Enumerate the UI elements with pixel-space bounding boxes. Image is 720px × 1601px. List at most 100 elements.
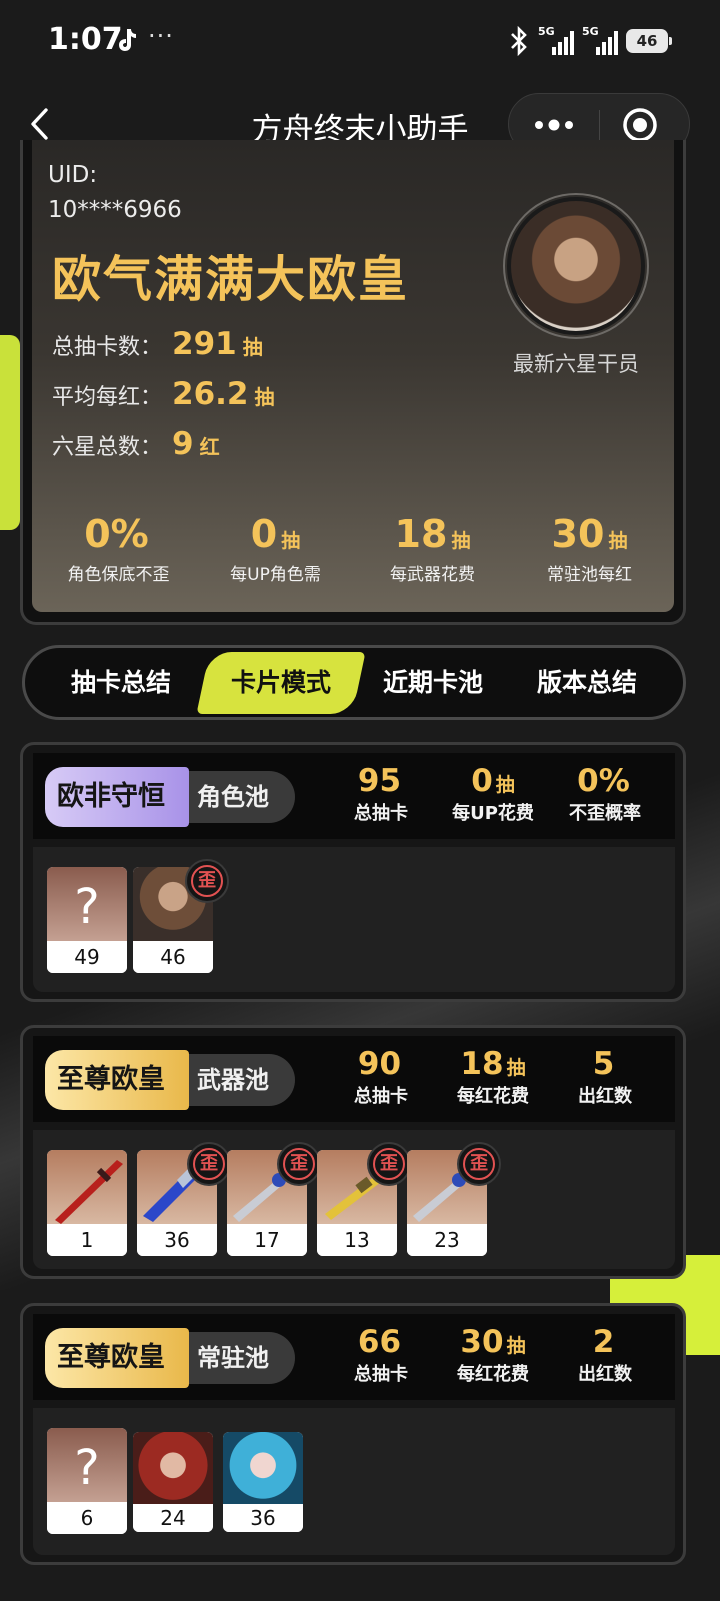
bottom-stat-unit: 抽: [281, 530, 301, 552]
status-bar: 1:07 ··· 5G 5G 46: [0, 0, 720, 84]
signal-5g-icon-1: 5G: [538, 25, 574, 55]
tiktok-icon: [119, 29, 136, 51]
pool-card-list: 1 36 歪 17 歪 13 歪 23 歪: [33, 1130, 675, 1269]
tab-recent-pools[interactable]: 近期卡池: [355, 648, 511, 717]
pull-card[interactable]: 24: [133, 1432, 213, 1532]
pull-count: 1: [47, 1224, 127, 1256]
six-star-count-value: 9: [172, 426, 194, 462]
view-mode-tabs: 抽卡总结 卡片模式 近期卡池 版本总结: [22, 645, 686, 720]
unknown-operator-icon: ?: [47, 1428, 127, 1502]
six-star-count-stat: 六星总数： 9 红: [52, 426, 220, 462]
bottom-stat-label: 常驻池每红: [547, 565, 632, 585]
bluetooth-icon: [511, 26, 527, 56]
latest-six-star-label: 最新六星干员: [513, 352, 639, 376]
off-banner-badge: 歪: [185, 859, 229, 903]
battery-icon: 46: [626, 29, 672, 53]
pool-stat-label: 总抽卡: [354, 1086, 408, 1107]
pool-stat-label: 出红数: [578, 1086, 632, 1107]
close-miniprogram-icon[interactable]: [621, 106, 659, 144]
luck-rank-title: 欧气满满大欧皇: [52, 251, 410, 308]
bottom-stat-unit: 抽: [451, 530, 471, 552]
pull-count: 6: [47, 1502, 127, 1534]
pool-stat-label: 不歪概率: [569, 803, 641, 824]
bottom-stat-unit: 抽: [608, 530, 628, 552]
pool-stat: 0% 不歪概率: [545, 763, 665, 825]
six-star-count-label: 六星总数：: [52, 435, 163, 460]
pool-stat-value: 95: [357, 763, 402, 799]
pool-header: 至尊欧皇 常驻池 66 总抽卡 30 抽 每红花费 2 出红数: [33, 1314, 675, 1400]
pull-card[interactable]: 36: [223, 1432, 303, 1532]
notification-more-icon: ···: [148, 22, 174, 50]
unknown-operator-icon: ?: [47, 867, 127, 941]
total-pulls-unit: 抽: [242, 335, 263, 359]
pull-count: 24: [133, 1504, 213, 1532]
pool-card-list: ? 49 46 歪: [33, 847, 675, 992]
pool-tier-tag: 欧非守恒: [45, 767, 189, 827]
tab-version-summary[interactable]: 版本总结: [509, 648, 665, 717]
avg-per-six-value: 26.2: [172, 376, 249, 412]
avg-per-six-stat: 平均每红： 26.2 抽: [52, 376, 275, 412]
tab-summary[interactable]: 抽卡总结: [43, 648, 199, 717]
pool-card-list: ? 6 24 36: [33, 1408, 675, 1555]
bottom-stat-value: 30: [551, 512, 605, 556]
pull-card[interactable]: 1: [47, 1150, 127, 1256]
pool-stat-label: 出红数: [578, 1364, 632, 1385]
pool-stat: 5 出红数: [545, 1046, 665, 1108]
pool-header: 欧非守恒 角色池 95 总抽卡 0抽 每UP花费 0% 不歪概率: [33, 753, 675, 839]
bottom-stat-value: 18: [394, 512, 448, 556]
pool-stat-label: 每红花费: [457, 1364, 529, 1385]
off-banner-badge: 歪: [187, 1142, 231, 1186]
pull-count: 49: [47, 941, 127, 973]
pool-stat: 0抽 每UP花费: [433, 763, 553, 825]
pool-stat-value: 66: [357, 1324, 402, 1360]
pull-card[interactable]: ? 49: [47, 867, 127, 973]
pool-stat-label: 总抽卡: [354, 803, 408, 824]
latest-six-star-avatar[interactable]: [507, 197, 645, 335]
off-banner-badge: 歪: [277, 1142, 321, 1186]
avg-per-six-label: 平均每红：: [52, 385, 163, 410]
pool-tier-tag: 至尊欧皇: [45, 1328, 189, 1388]
more-menu-icon[interactable]: [527, 108, 581, 142]
uid-value: 10****6966: [48, 197, 182, 223]
pool-header: 至尊欧皇 武器池 90 总抽卡 18 抽 每红花费 5 出红数: [33, 1036, 675, 1122]
total-pulls-label: 总抽卡数：: [52, 335, 163, 360]
tab-label: 版本总结: [536, 668, 637, 697]
pull-card[interactable]: ? 6: [47, 1428, 127, 1534]
total-pulls-value: 291: [172, 326, 237, 362]
pool-card-standard: 至尊欧皇 常驻池 66 总抽卡 30 抽 每红花费 2 出红数 ? 6 24 36: [20, 1303, 686, 1565]
uid-label: UID:: [48, 162, 98, 188]
pool-stat: 18 抽 每红花费: [433, 1046, 553, 1108]
avg-per-six-unit: 抽: [254, 385, 275, 409]
bottom-stat-label: 角色保底不歪: [67, 565, 170, 585]
pool-stat-unit: 抽: [506, 1057, 526, 1079]
off-banner-badge: 歪: [457, 1142, 501, 1186]
tab-label: 抽卡总结: [70, 668, 171, 697]
off-banner-badge: 歪: [367, 1142, 411, 1186]
bottom-stat-value: 0%: [84, 512, 149, 556]
pool-stat-label: 总抽卡: [354, 1364, 408, 1385]
pool-stat-value: 30: [460, 1324, 504, 1360]
tab-label: 近期卡池: [382, 668, 483, 697]
tab-card-mode[interactable]: 卡片模式: [196, 652, 366, 714]
bottom-stat-label: 每UP角色需: [230, 565, 321, 585]
pool-stat: 2 出红数: [545, 1324, 665, 1386]
operator-portrait: [133, 1432, 213, 1506]
pool-stat: 95 总抽卡: [321, 763, 441, 825]
operator-portrait: [223, 1432, 303, 1506]
pool-stat-label: 每UP花费: [452, 803, 534, 824]
pull-count: 17: [227, 1224, 307, 1256]
profile-bottom-stats: 0% 角色保底不歪 0抽 每UP角色需 18 抽 每武器花费 30 抽 常驻池每红: [40, 512, 668, 585]
pool-card-weapon: 至尊欧皇 武器池 90 总抽卡 18 抽 每红花费 5 出红数 1 36 歪 1…: [20, 1025, 686, 1279]
pool-stat-value: 5: [592, 1046, 615, 1082]
pull-count: 36: [223, 1504, 303, 1532]
pool-stat-label: 每红花费: [457, 1086, 529, 1107]
pool-stat-unit: 抽: [495, 774, 515, 796]
tab-label: 卡片模式: [230, 668, 331, 697]
bottom-stat: 18 抽 每武器花费: [354, 512, 511, 585]
bottom-stat-value: 0: [250, 512, 278, 556]
system-icons: 5G 5G 46: [508, 25, 672, 56]
six-star-count-unit: 红: [199, 435, 220, 459]
weapon-sword-red-icon: [47, 1150, 127, 1224]
pull-count: 36: [137, 1224, 217, 1256]
pool-stat-unit: 抽: [506, 1335, 526, 1357]
